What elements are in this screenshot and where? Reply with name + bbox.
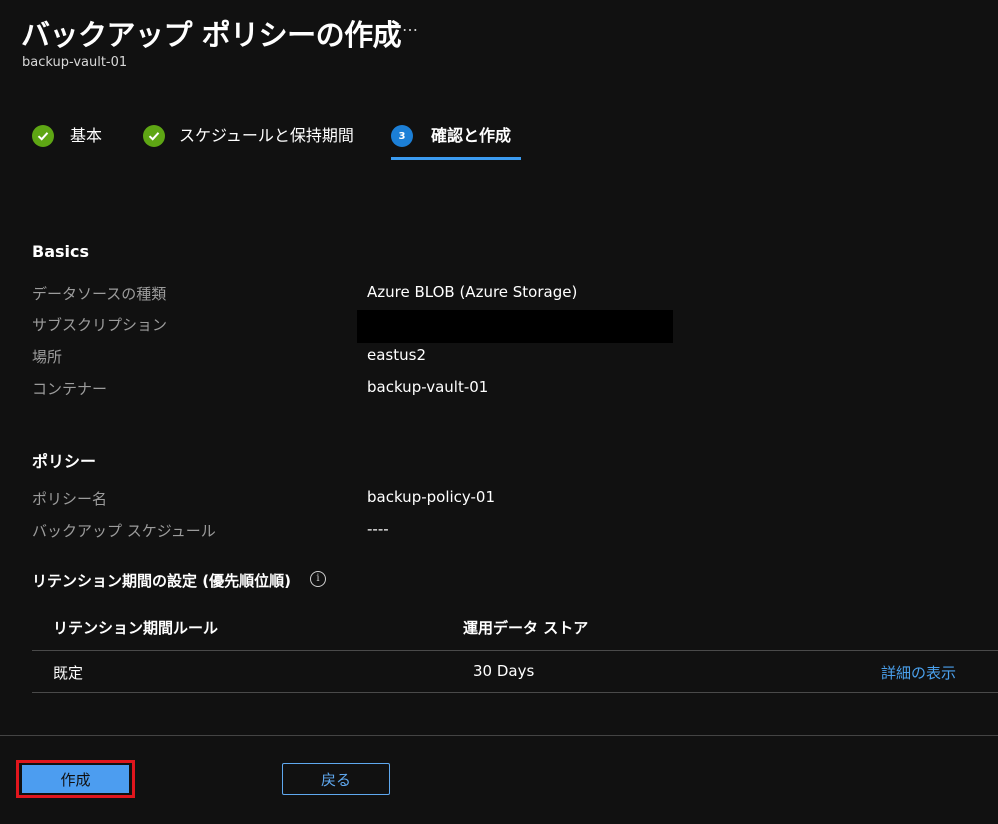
section-heading-basics: Basics: [32, 242, 90, 261]
field-label: ポリシー名: [32, 490, 108, 508]
redacted-subscription-value: [357, 310, 673, 343]
tab-label: 確認と作成: [431, 126, 512, 145]
field-value: Azure BLOB (Azure Storage): [367, 283, 578, 301]
back-button[interactable]: 戻る: [282, 763, 390, 795]
table-cell-store: 30 Days: [473, 662, 535, 680]
info-icon[interactable]: i: [310, 571, 326, 587]
active-tab-indicator: [391, 157, 521, 160]
step-number-badge: 3: [391, 125, 413, 147]
section-heading-retention: リテンション期間の設定 (優先順位順): [32, 572, 291, 590]
field-label: データソースの種類: [32, 285, 167, 303]
view-details-link[interactable]: 詳細の表示: [881, 662, 956, 683]
more-options-icon[interactable]: …: [402, 16, 419, 35]
field-label: コンテナー: [32, 380, 108, 398]
checkmark-icon: [32, 125, 54, 147]
section-heading-policy: ポリシー: [32, 452, 97, 471]
column-header-rule: リテンション期間ルール: [53, 619, 219, 637]
tab-label: 基本: [70, 126, 103, 145]
column-header-store: 運用データ ストア: [463, 619, 589, 637]
table-cell-rule: 既定: [53, 664, 84, 682]
tab-schedule-retention[interactable]: スケジュールと保持期間: [143, 125, 354, 161]
field-value: eastus2: [367, 346, 426, 364]
create-button[interactable]: 作成: [22, 765, 129, 793]
table-divider: [32, 650, 998, 651]
field-value: backup-vault-01: [367, 378, 489, 396]
page-subtitle: backup-vault-01: [22, 55, 128, 70]
field-label: バックアップ スケジュール: [32, 522, 216, 540]
tab-basics[interactable]: 基本: [32, 125, 102, 161]
checkmark-icon: [143, 125, 165, 147]
field-label: サブスクリプション: [32, 316, 168, 334]
table-divider: [32, 692, 998, 693]
field-value: backup-policy-01: [367, 488, 496, 506]
field-value: ----: [367, 520, 389, 538]
page-title: バックアップ ポリシーの作成: [21, 18, 402, 52]
field-label: 場所: [32, 348, 63, 366]
tab-label: スケジュールと保持期間: [179, 126, 354, 145]
create-backup-policy-page: バックアップ ポリシーの作成 … backup-vault-01 基本 スケジュ…: [0, 0, 998, 824]
tab-review-create[interactable]: 3 確認と作成: [391, 125, 511, 161]
footer-divider: [0, 735, 998, 736]
